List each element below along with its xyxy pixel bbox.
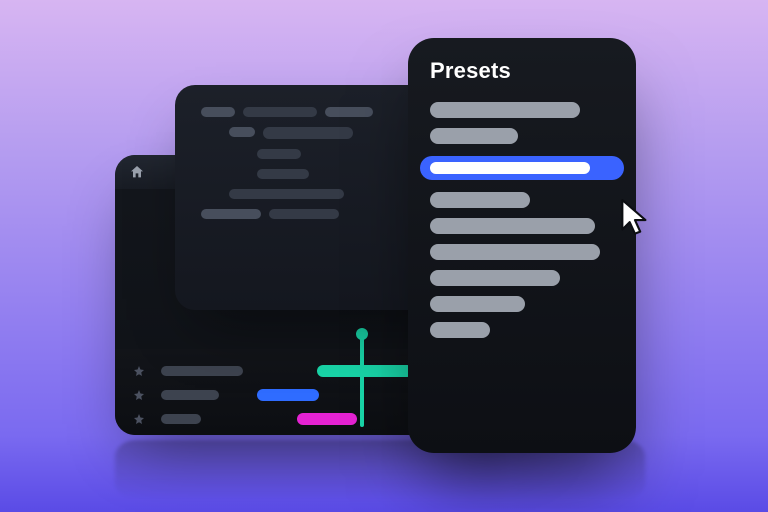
track-label (161, 414, 201, 424)
preset-item[interactable] (430, 244, 600, 260)
code-token (269, 209, 339, 219)
presets-panel: Presets (408, 38, 636, 453)
preset-item-label (430, 162, 590, 174)
playhead[interactable] (360, 334, 364, 427)
track-label (161, 366, 243, 376)
preset-item[interactable] (430, 218, 595, 234)
preset-item[interactable] (430, 270, 560, 286)
track-label (161, 390, 219, 400)
code-token (243, 107, 317, 117)
preset-item[interactable] (430, 102, 580, 118)
code-token (325, 107, 373, 117)
preset-list (430, 102, 614, 338)
preset-item-selected[interactable] (420, 156, 624, 180)
timeline-clip[interactable] (317, 365, 413, 377)
home-icon[interactable] (129, 164, 145, 180)
preset-item[interactable] (430, 192, 530, 208)
code-token (263, 127, 353, 139)
presets-title: Presets (430, 58, 614, 84)
preset-item[interactable] (430, 128, 518, 144)
code-token (257, 169, 309, 179)
illustration-stage: Presets (0, 0, 768, 512)
code-token (229, 189, 344, 199)
code-token (257, 149, 301, 159)
code-token (229, 127, 255, 137)
code-token (201, 209, 261, 219)
preset-item[interactable] (430, 322, 490, 338)
code-token (201, 107, 235, 117)
preset-item[interactable] (430, 296, 525, 312)
timeline-clip[interactable] (257, 389, 319, 401)
star-icon (133, 365, 147, 377)
star-icon (133, 413, 147, 425)
star-icon (133, 389, 147, 401)
timeline-clip[interactable] (297, 413, 357, 425)
